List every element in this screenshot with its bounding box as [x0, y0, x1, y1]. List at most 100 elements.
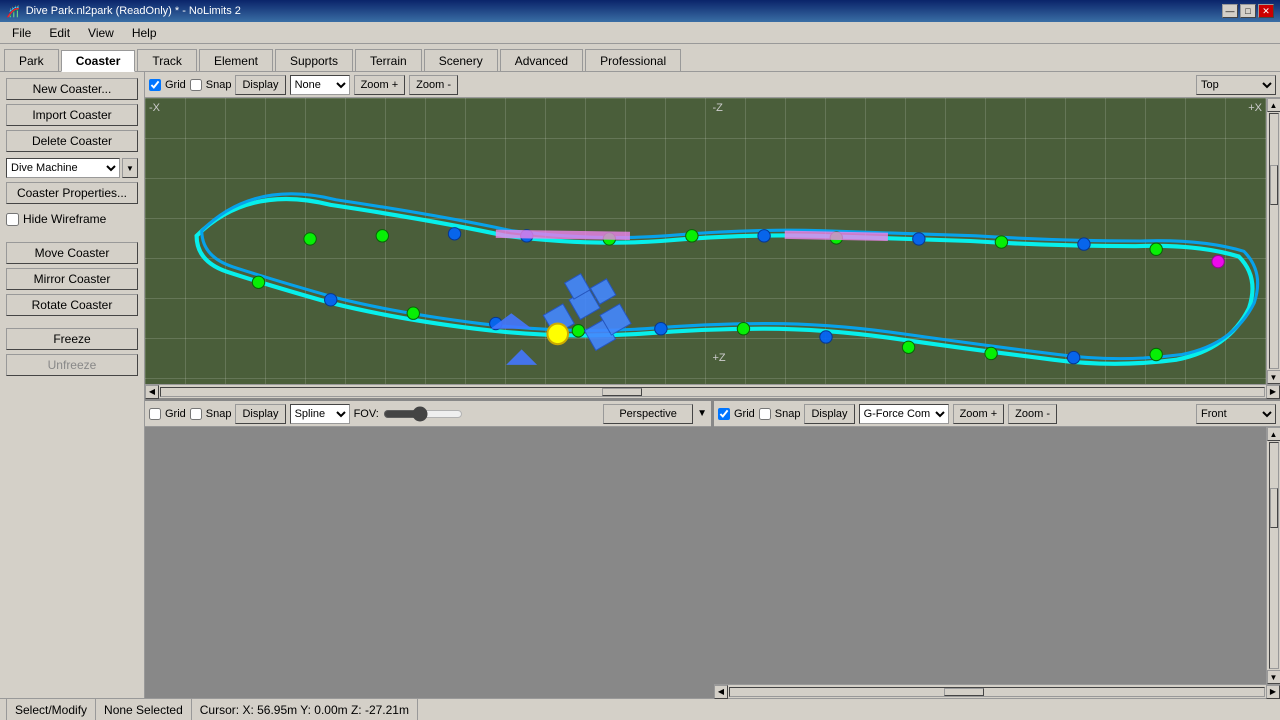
- top-track-svg: [145, 98, 1280, 384]
- top-viewport-vscroll[interactable]: ▲ ▼: [1266, 98, 1280, 384]
- top-none-select[interactable]: None: [290, 75, 350, 95]
- coaster-dropdown[interactable]: Dive Machine: [6, 158, 120, 178]
- tab-professional[interactable]: Professional: [585, 49, 681, 71]
- menu-edit[interactable]: Edit: [41, 24, 78, 42]
- maximize-button[interactable]: □: [1240, 4, 1256, 18]
- top-zoom-in-button[interactable]: Zoom +: [354, 75, 406, 95]
- tab-scenery[interactable]: Scenery: [424, 49, 498, 71]
- top-canvas-bg[interactable]: -Z +Z -X +X: [145, 98, 1280, 384]
- tab-bar: Park Coaster Track Element Supports Terr…: [0, 44, 1280, 72]
- rotate-coaster-button[interactable]: Rotate Coaster: [6, 294, 138, 316]
- tab-supports[interactable]: Supports: [275, 49, 353, 71]
- mirror-coaster-button[interactable]: Mirror Coaster: [6, 268, 138, 290]
- menu-file[interactable]: File: [4, 24, 39, 42]
- front-view-select[interactable]: Front Top Side Perspective: [1196, 404, 1276, 424]
- top-hscroll-thumb[interactable]: [602, 388, 642, 396]
- front-snap-checkbox[interactable]: [759, 408, 771, 420]
- top-axis-corner-tl: -X: [149, 102, 160, 114]
- persp-toolbar: Grid Snap Display Spline FOV: Perspectiv…: [145, 401, 711, 427]
- top-display-button[interactable]: Display: [235, 75, 285, 95]
- front-toolbar: Grid Snap Display G-Force Com Zoom + Zoo…: [714, 401, 1280, 427]
- front-vscroll-down[interactable]: ▼: [1267, 670, 1280, 684]
- top-axis-corner-tr: +X: [1248, 102, 1262, 114]
- front-viewport-hscroll[interactable]: ◀ ▶: [714, 684, 1280, 698]
- menu-view[interactable]: View: [80, 24, 122, 42]
- tab-track[interactable]: Track: [137, 49, 197, 71]
- persp-view-btn[interactable]: Perspective: [603, 404, 693, 424]
- front-grid-checkbox[interactable]: [718, 408, 730, 420]
- front-vscroll-track[interactable]: [1269, 442, 1279, 669]
- menu-help[interactable]: Help: [124, 24, 165, 42]
- persp-spline-select[interactable]: Spline: [290, 404, 350, 424]
- front-hscroll-track[interactable]: [729, 687, 1265, 697]
- top-vscroll-down[interactable]: ▼: [1267, 370, 1280, 384]
- front-viewport-canvas[interactable]: +Y -Y -X +X: [714, 427, 1280, 684]
- coaster-properties-button[interactable]: Coaster Properties...: [6, 182, 138, 204]
- perspective-viewport: Grid Snap Display Spline FOV: Perspectiv…: [145, 401, 714, 698]
- top-vscroll-track[interactable]: [1269, 113, 1279, 369]
- front-hscroll-left[interactable]: ◀: [714, 685, 728, 699]
- status-bar: Select/Modify None Selected Cursor: X: 5…: [0, 698, 1280, 720]
- top-grid-overlay: [145, 98, 1280, 384]
- tab-park[interactable]: Park: [4, 49, 59, 71]
- move-coaster-button[interactable]: Move Coaster: [6, 242, 138, 264]
- fov-container: [383, 407, 463, 421]
- close-button[interactable]: ✕: [1258, 4, 1274, 18]
- front-zoom-in-button[interactable]: Zoom +: [953, 404, 1005, 424]
- minimize-button[interactable]: —: [1222, 4, 1238, 18]
- top-view-select[interactable]: Top Front Side Perspective: [1196, 75, 1276, 95]
- top-vscroll-thumb[interactable]: [1270, 165, 1278, 205]
- import-coaster-button[interactable]: Import Coaster: [6, 104, 138, 126]
- top-snap-label: Snap: [206, 79, 232, 91]
- top-hscroll-left[interactable]: ◀: [145, 385, 159, 399]
- front-zoom-out-button[interactable]: Zoom -: [1008, 404, 1057, 424]
- top-viewport-hscroll[interactable]: ◀ ▶: [145, 384, 1280, 398]
- persp-grid-checkbox[interactable]: [149, 408, 161, 420]
- tab-terrain[interactable]: Terrain: [355, 49, 422, 71]
- front-hscroll-right[interactable]: ▶: [1266, 685, 1280, 699]
- front-grid-label: Grid: [734, 408, 755, 420]
- top-viewport-canvas[interactable]: -Z +Z -X +X: [145, 98, 1280, 384]
- fov-slider[interactable]: [383, 407, 463, 421]
- coaster-selector-row: Dive Machine ▼: [6, 158, 138, 178]
- coaster-dropdown-arrow[interactable]: ▼: [122, 158, 138, 178]
- front-vscroll-up[interactable]: ▲: [1267, 427, 1280, 441]
- top-hscroll-right[interactable]: ▶: [1266, 385, 1280, 399]
- front-viewport-vscroll[interactable]: ▲ ▼: [1266, 427, 1280, 684]
- front-display-button[interactable]: Display: [804, 404, 854, 424]
- persp-snap-checkbox[interactable]: [190, 408, 202, 420]
- hide-wireframe-label: Hide Wireframe: [23, 212, 106, 226]
- top-axis-z-pos: +Z: [713, 352, 726, 364]
- unfreeze-button[interactable]: Unfreeze: [6, 354, 138, 376]
- new-coaster-button[interactable]: New Coaster...: [6, 78, 138, 100]
- persp-dropdown-arrow[interactable]: ▼: [697, 408, 707, 419]
- app-icon: 🎢: [6, 5, 20, 18]
- tab-advanced[interactable]: Advanced: [500, 49, 583, 71]
- tab-element[interactable]: Element: [199, 49, 273, 71]
- top-axis-z-neg: -Z: [713, 102, 723, 114]
- tab-coaster[interactable]: Coaster: [61, 50, 136, 72]
- top-grid-checkbox[interactable]: [149, 79, 161, 91]
- delete-coaster-button[interactable]: Delete Coaster: [6, 130, 138, 152]
- persp-display-button[interactable]: Display: [235, 404, 285, 424]
- status-mode: Select/Modify: [6, 699, 96, 720]
- main-area: New Coaster... Import Coaster Delete Coa…: [0, 72, 1280, 698]
- top-hscroll-track[interactable]: [160, 387, 1265, 397]
- front-hscroll-thumb[interactable]: [944, 688, 984, 696]
- front-viewport: Grid Snap Display G-Force Com Zoom + Zoo…: [714, 401, 1280, 698]
- top-viewport-toolbar: Grid Snap Display None Zoom + Zoom - Top…: [145, 72, 1280, 98]
- window-title: Dive Park.nl2park (ReadOnly) * - NoLimit…: [26, 5, 241, 17]
- hide-wireframe-checkbox[interactable]: [6, 213, 19, 226]
- persp-snap-label: Snap: [206, 408, 232, 420]
- top-vscroll-up[interactable]: ▲: [1267, 98, 1280, 112]
- freeze-button[interactable]: Freeze: [6, 328, 138, 350]
- persp-fov-label: FOV:: [354, 408, 379, 420]
- status-selection: None Selected: [96, 699, 192, 720]
- persp-viewport-canvas[interactable]: [145, 427, 711, 698]
- top-snap-checkbox[interactable]: [190, 79, 202, 91]
- front-snap-label: Snap: [775, 408, 801, 420]
- sidebar: New Coaster... Import Coaster Delete Coa…: [0, 72, 145, 698]
- top-zoom-out-button[interactable]: Zoom -: [409, 75, 458, 95]
- front-gforce-select[interactable]: G-Force Com: [859, 404, 949, 424]
- front-vscroll-thumb[interactable]: [1270, 488, 1278, 528]
